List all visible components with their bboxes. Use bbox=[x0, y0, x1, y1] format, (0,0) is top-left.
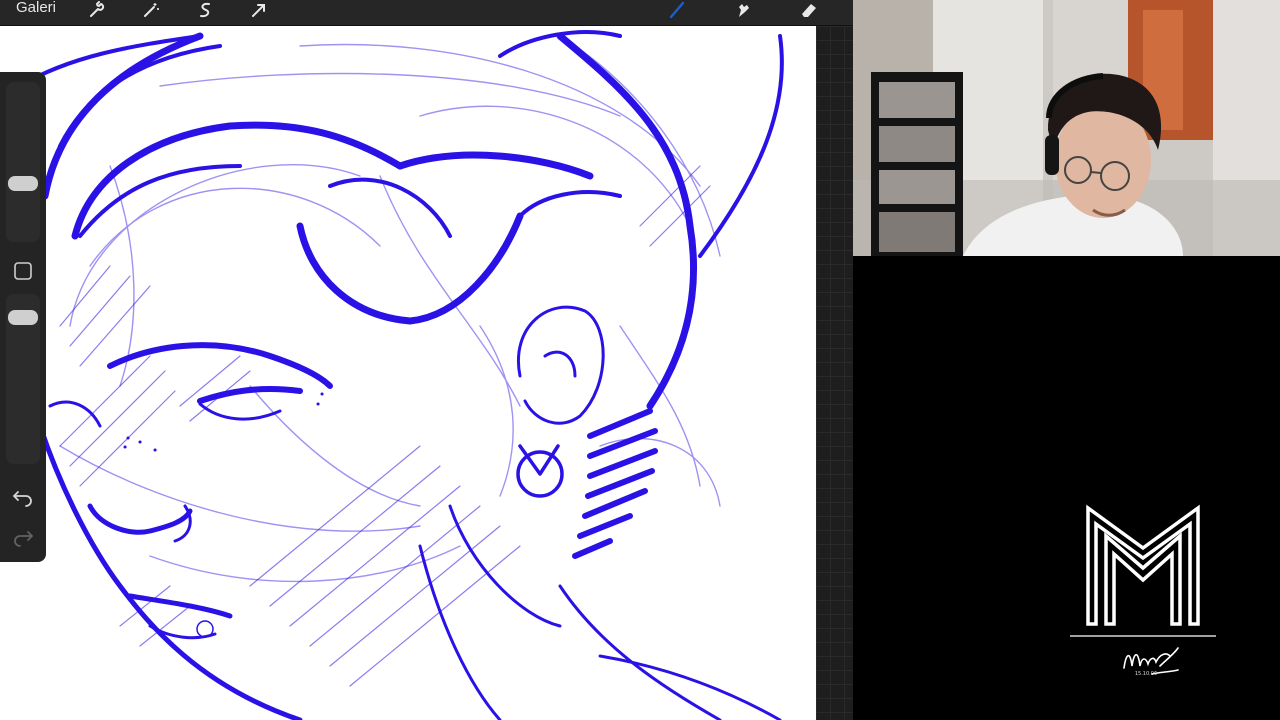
modify-button[interactable] bbox=[12, 260, 34, 282]
canvas-backdrop-grid bbox=[816, 26, 853, 720]
sketch-drawing bbox=[18, 30, 784, 720]
brush-size-slider[interactable] bbox=[6, 82, 40, 242]
top-toolbar: Galeri bbox=[0, 0, 853, 26]
signature bbox=[1123, 647, 1179, 675]
procreate-app: Galeri bbox=[0, 0, 853, 720]
selection-icon[interactable] bbox=[194, 0, 216, 20]
wrench-icon[interactable] bbox=[86, 0, 108, 20]
opacity-handle[interactable] bbox=[8, 310, 38, 325]
transform-arrow-icon[interactable] bbox=[248, 0, 270, 20]
eraser-icon[interactable] bbox=[798, 0, 820, 20]
gallery-button[interactable]: Galeri bbox=[16, 0, 56, 18]
magic-wand-icon[interactable] bbox=[140, 0, 162, 20]
webcam-feed bbox=[853, 0, 1280, 256]
brush-size-handle[interactable] bbox=[8, 176, 38, 191]
screen: Galeri 15.10.06 bbox=[0, 0, 1280, 720]
left-sidebar bbox=[0, 72, 46, 562]
drawing-canvas[interactable] bbox=[0, 26, 816, 720]
redo-icon[interactable] bbox=[12, 528, 34, 550]
smudge-icon[interactable] bbox=[732, 0, 754, 20]
signature-date: 15.10.06 bbox=[1134, 671, 1158, 677]
undo-icon[interactable] bbox=[12, 488, 34, 510]
brush-icon[interactable] bbox=[666, 0, 688, 20]
